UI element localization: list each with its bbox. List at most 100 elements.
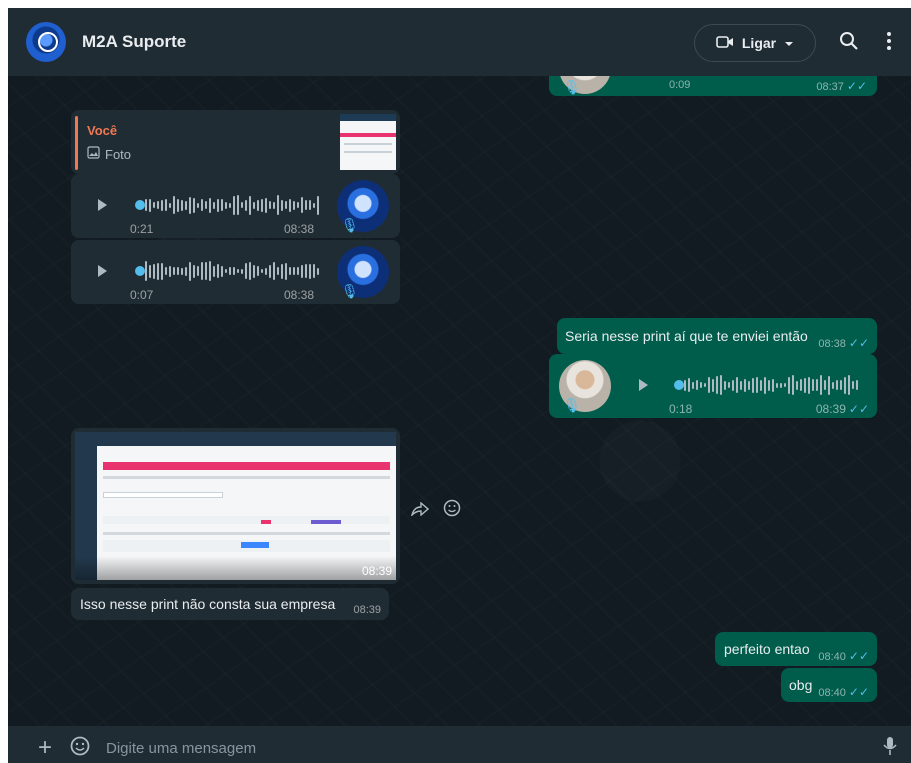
play-icon[interactable] [639,379,648,391]
waveform-bar [776,382,778,388]
waveform-bar [225,269,227,273]
outgoing-audio-message[interactable]: 🎙 0:18 08:39 ✓✓ [549,354,877,418]
waveform-bar [309,263,311,279]
waveform-bar [285,201,287,209]
waveform-bar [245,199,247,211]
quote-author: Você [87,123,118,138]
message-time: 08:40 ✓✓ [818,685,869,699]
waveform-bar [688,378,690,392]
waveform-bar [209,197,211,213]
incoming-audio-message[interactable]: 0:21 08:38 🎙 [71,174,400,238]
mic-icon: 🎙 [341,217,359,233]
message-time: 08:39 [361,564,392,578]
waveform-bar [744,378,746,392]
message-time: 08:38 [284,222,315,236]
message-time-value: 08:38 [818,338,846,350]
kebab-menu-icon[interactable] [886,30,900,54]
waveform-bar [249,195,251,215]
play-icon[interactable] [98,199,107,211]
waveform-bar [756,377,758,393]
waveform-bar [237,195,239,215]
waveform-bar [157,262,159,280]
emoji-reaction-icon[interactable] [443,499,461,522]
waveform-bar [293,267,295,275]
audio-waveform[interactable] [135,194,319,216]
call-button[interactable]: Ligar [694,24,816,62]
waveform-bar [852,381,854,389]
image-thumbnail[interactable] [75,432,396,580]
forward-icon[interactable] [410,501,430,521]
message-time-value: 08:37 [816,81,844,93]
outgoing-text-message[interactable]: perfeito entao 08:40 ✓✓ [715,632,877,666]
waveform-bar [728,382,730,388]
waveform-bar [305,200,307,210]
message-composer: + Digite uma mensagem [8,726,911,763]
waveform-bar [289,267,291,275]
waveform-bar [752,377,754,393]
waveform-bar [241,268,243,274]
waveform-bar [812,379,814,391]
waveform-bar [233,195,235,215]
waveform-bar [780,382,782,388]
waveform-bar [193,264,195,278]
waveform-bar [784,383,786,387]
mic-icon: 🎙 [341,283,359,299]
waveform-bar [700,382,702,388]
search-icon[interactable] [838,30,862,54]
contact-name[interactable]: M2A Suporte [82,32,186,52]
photo-icon [87,146,100,162]
mic-icon[interactable] [883,736,897,761]
waveform-bar [213,265,215,277]
playhead[interactable] [135,266,145,276]
waveform-bar [213,201,215,209]
read-ticks-icon: ✓✓ [846,79,867,93]
waveform-bar [289,198,291,212]
waveform-bar [165,267,167,275]
incoming-audio-message[interactable]: 0:07 08:38 🎙 [71,240,400,304]
waveform-bar [201,199,203,211]
waveform-bar [149,264,151,278]
incoming-text-message[interactable]: Isso nesse print não consta sua empresa … [71,588,389,620]
waveform-bar [277,195,279,215]
read-ticks-icon: ✓✓ [848,649,869,663]
waveform-bar [189,261,191,281]
contact-avatar[interactable] [26,22,66,62]
waveform-bar [161,199,163,211]
plus-icon[interactable]: + [38,734,52,762]
waveform-bar [257,199,259,211]
sticker-icon[interactable] [70,736,90,761]
message-text: obg [789,677,813,693]
incoming-image-message[interactable]: 08:39 [71,428,400,584]
read-ticks-icon: ✓✓ [848,685,869,699]
waveform-bar [301,264,303,278]
quoted-photo-card[interactable]: Você Foto [71,110,400,174]
message-text: Isso nesse print não consta sua empresa [80,596,336,612]
waveform-bar [189,196,191,214]
outgoing-text-message[interactable]: Seria nesse print aí que te enviei então… [557,318,877,354]
audio-duration: 0:09 [669,79,691,91]
waveform-bar [824,380,826,390]
waveform-bar [708,377,710,393]
waveform-bar [201,262,203,280]
message-input[interactable]: Digite uma mensagem [106,740,256,757]
audio-waveform[interactable] [135,260,319,282]
playhead[interactable] [135,200,145,210]
audio-duration: 0:07 [130,288,154,302]
waveform-bar [848,375,850,395]
waveform-bar [792,375,794,395]
outgoing-text-message[interactable]: obg 08:40 ✓✓ [781,668,877,702]
quote-kind-label: Foto [105,146,132,162]
message-time: 08:40 ✓✓ [818,649,869,663]
read-ticks-icon: ✓✓ [848,402,869,416]
waveform-bar [804,377,806,393]
play-icon[interactable] [98,265,107,277]
waveform-bar [720,375,722,395]
audio-waveform[interactable] [674,374,858,396]
waveform-bar [181,267,183,275]
waveform-bar [297,202,299,208]
waveform-bar [153,202,155,208]
waveform-bar [760,379,762,391]
waveform-bar [313,202,315,208]
playhead[interactable] [674,380,684,390]
waveform-bar [309,200,311,210]
